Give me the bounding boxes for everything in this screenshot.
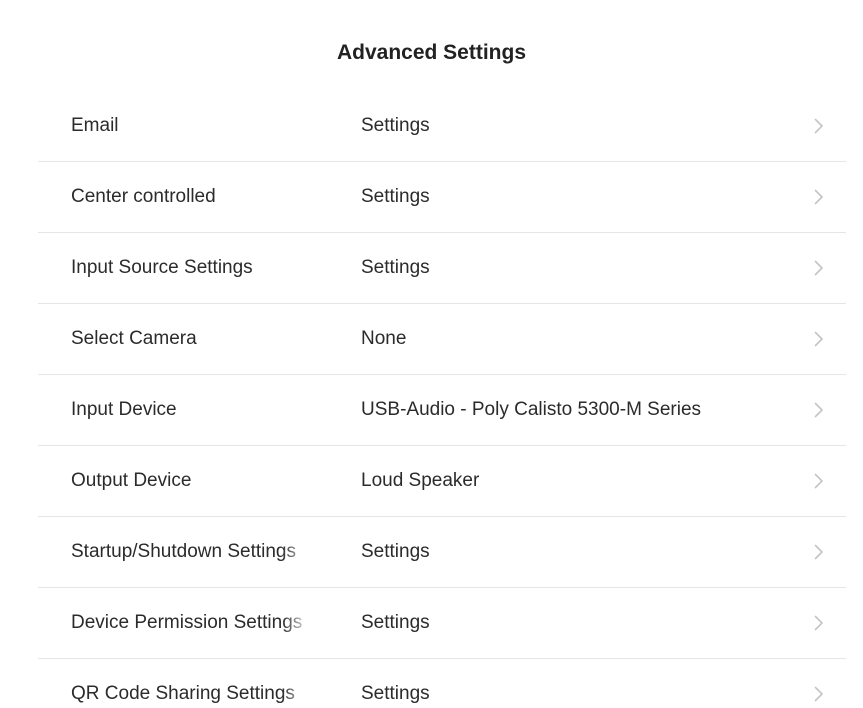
- settings-row-output-device[interactable]: Output Device Loud Speaker: [38, 446, 846, 517]
- chevron-right-icon: [814, 402, 824, 418]
- settings-row-startup-shutdown[interactable]: Startup/Shutdown Settings Settings: [38, 517, 846, 588]
- row-value: Settings: [361, 186, 430, 207]
- row-label: Startup/Shutdown Settings: [71, 541, 296, 562]
- chevron-right-icon: [814, 686, 824, 702]
- advanced-settings-screen: Advanced Settings Email Settings Center …: [0, 0, 863, 708]
- row-value: Settings: [361, 115, 430, 136]
- row-label: Output Device: [71, 470, 192, 491]
- chevron-right-icon: [814, 118, 824, 134]
- row-label: Email: [71, 115, 119, 136]
- chevron-right-icon: [814, 260, 824, 276]
- row-value: None: [361, 328, 407, 349]
- row-value: Loud Speaker: [361, 470, 480, 491]
- page-title: Advanced Settings: [336, 41, 527, 64]
- row-label: Center controlled: [71, 186, 216, 207]
- settings-list: Email Settings Center controlled Setting…: [38, 91, 846, 708]
- settings-row-input-device[interactable]: Input Device USB-Audio - Poly Calisto 53…: [38, 375, 846, 446]
- chevron-right-icon: [814, 544, 824, 560]
- settings-row-email[interactable]: Email Settings: [38, 91, 846, 162]
- row-label: Input Device: [71, 399, 177, 420]
- row-value: USB-Audio - Poly Calisto 5300-M Series: [361, 399, 702, 420]
- settings-row-device-permission[interactable]: Device Permission Settings Settings: [38, 588, 846, 659]
- row-label: Device Permission Settings: [71, 612, 303, 633]
- row-value: Settings: [361, 257, 430, 278]
- chevron-right-icon: [814, 473, 824, 489]
- row-label: Select Camera: [71, 328, 197, 349]
- row-label: Input Source Settings: [71, 257, 253, 278]
- chevron-right-icon: [814, 615, 824, 631]
- row-value: Settings: [361, 612, 430, 633]
- chevron-right-icon: [814, 189, 824, 205]
- row-value: Settings: [361, 683, 430, 704]
- row-value: Settings: [361, 541, 430, 562]
- settings-row-select-camera[interactable]: Select Camera None: [38, 304, 846, 375]
- settings-row-qr-code-sharing[interactable]: QR Code Sharing Settings Settings: [38, 659, 846, 708]
- settings-row-center-controlled[interactable]: Center controlled Settings: [38, 162, 846, 233]
- chevron-right-icon: [814, 331, 824, 347]
- settings-row-input-source[interactable]: Input Source Settings Settings: [38, 233, 846, 304]
- row-label: QR Code Sharing Settings: [71, 683, 295, 704]
